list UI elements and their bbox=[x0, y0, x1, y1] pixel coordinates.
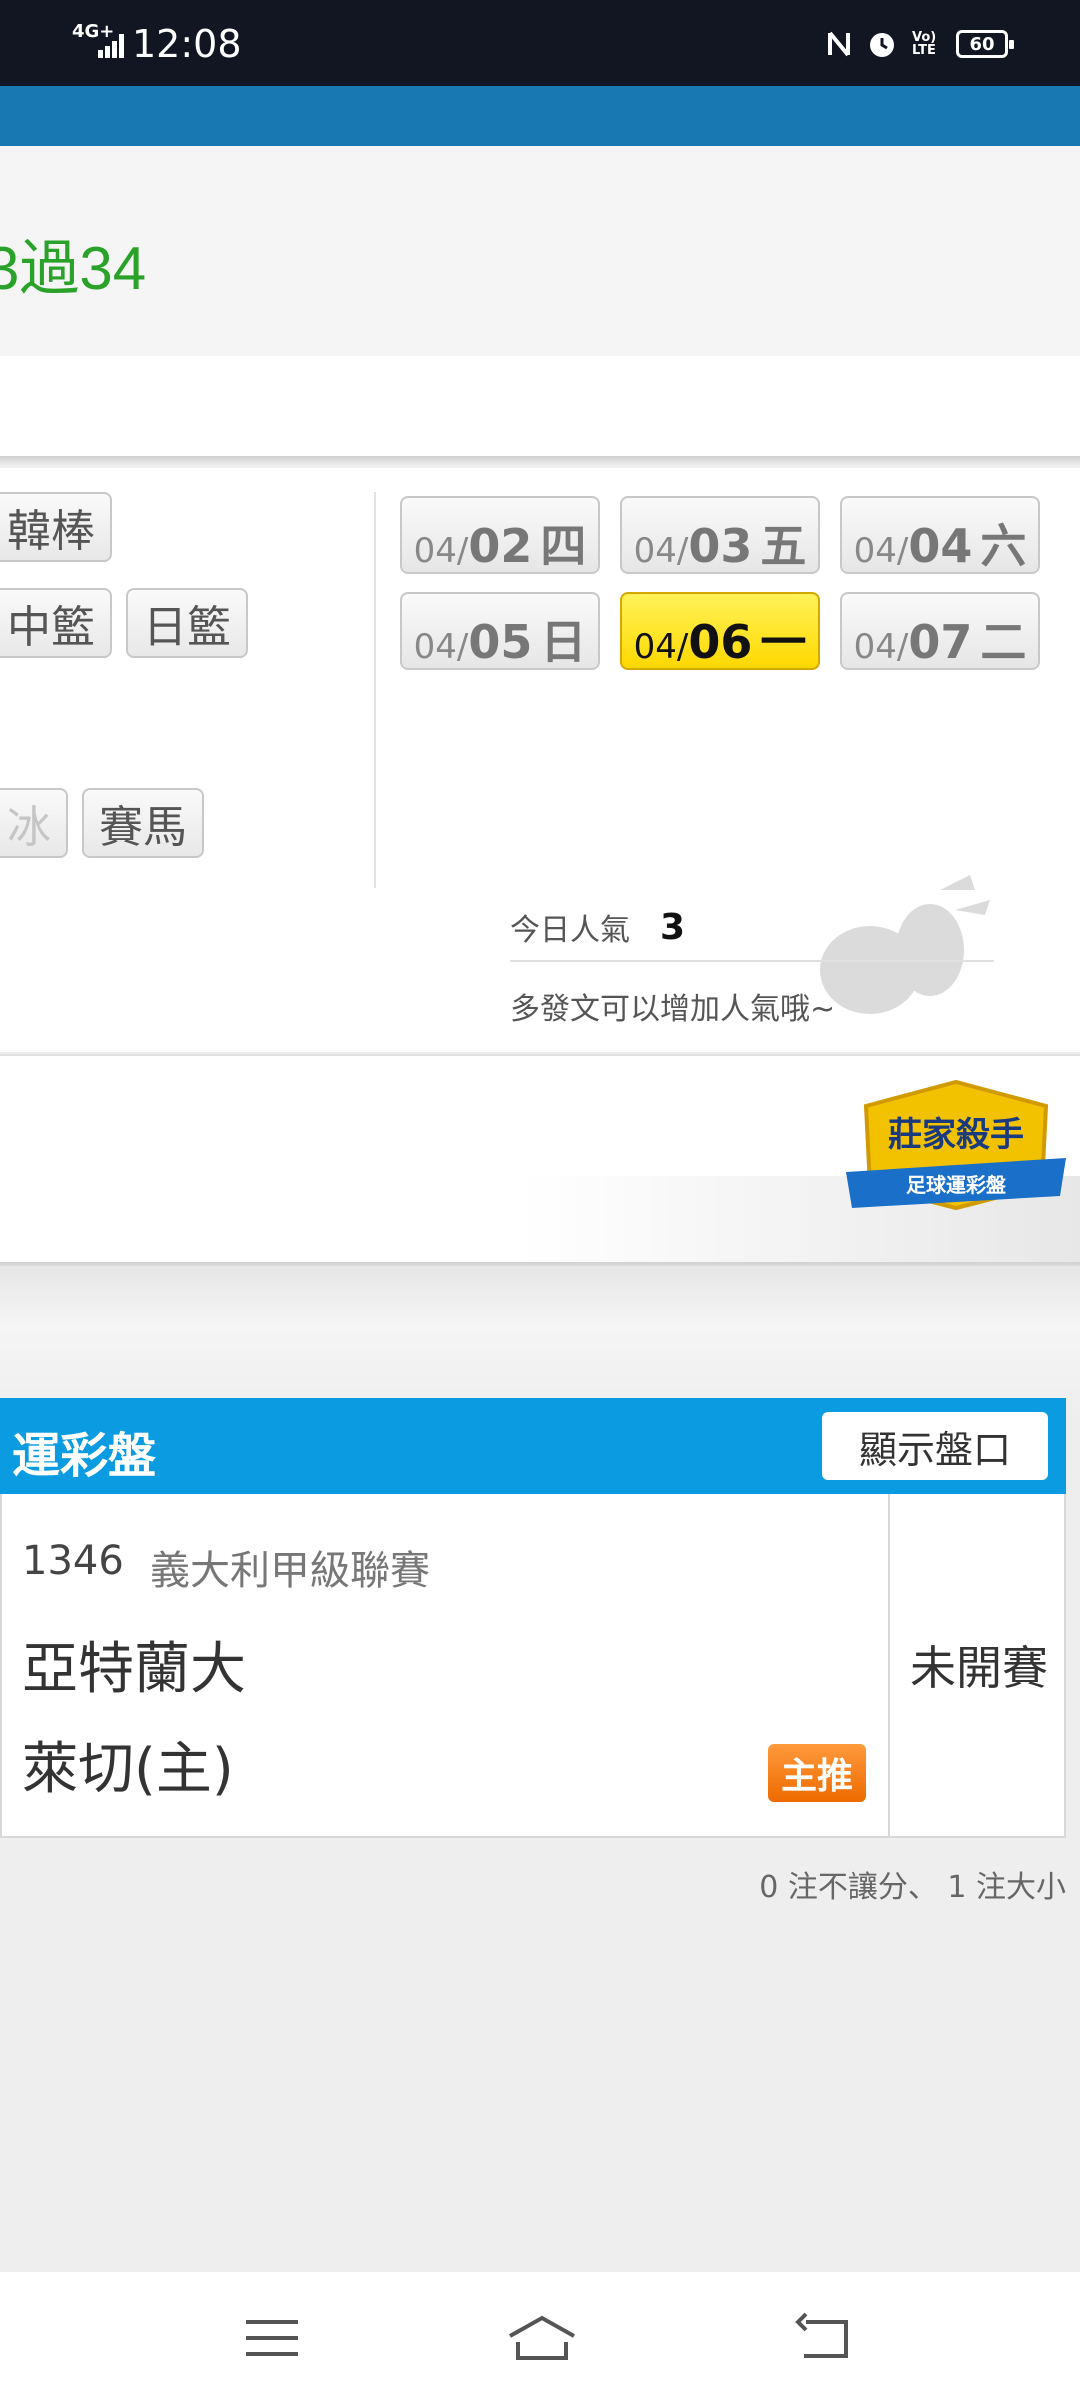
date-weekday: 四 bbox=[540, 519, 587, 573]
top-nav-strip bbox=[0, 86, 1080, 146]
team-away: 亞特蘭大 bbox=[22, 1637, 246, 1702]
team-home: 萊切(主) bbox=[22, 1737, 234, 1802]
header-background bbox=[0, 146, 1080, 356]
bet-summary: 0 注不讓分、 1 注大小 bbox=[759, 1870, 1066, 1905]
signal-icon bbox=[98, 34, 124, 58]
date-button-0402[interactable]: 04/02 四 bbox=[400, 496, 600, 574]
match-league: 義大利甲級聯賽 bbox=[150, 1548, 430, 1594]
record-title: 3過34 bbox=[0, 235, 147, 302]
date-weekday: 五 bbox=[760, 519, 807, 573]
main-pick-badge: 主推 bbox=[768, 1744, 866, 1802]
popularity-row: 今日人氣 3 bbox=[510, 894, 994, 962]
date-button-0404[interactable]: 04/04 六 bbox=[840, 496, 1040, 574]
date-day: 03 bbox=[688, 519, 753, 573]
system-nav-bar bbox=[0, 2272, 1080, 2400]
sport-filter-ice-hockey[interactable]: 冰 bbox=[0, 788, 68, 858]
section-title: 運彩盤 bbox=[12, 1428, 157, 1484]
date-month: 04/ bbox=[413, 627, 469, 667]
date-weekday: 二 bbox=[980, 615, 1027, 669]
sport-filter-japanese-basketball[interactable]: 日籃 bbox=[126, 588, 248, 658]
alarm-icon bbox=[870, 33, 894, 57]
sport-filter-label: 韓棒 bbox=[7, 506, 95, 557]
section-header: 運彩盤 顯示盤口 bbox=[0, 1398, 1066, 1494]
nfc-icon bbox=[828, 31, 850, 57]
status-bar: 4G+ 12:08 Vo) LTE 60 bbox=[0, 0, 1080, 86]
date-month: 04/ bbox=[413, 531, 469, 571]
date-weekday: 一 bbox=[760, 615, 807, 669]
filter-divider bbox=[374, 492, 376, 888]
sport-filter-label: 中籃 bbox=[7, 602, 95, 653]
popularity-value: 3 bbox=[660, 906, 686, 948]
popularity-label: 今日人氣 bbox=[510, 913, 630, 948]
sport-filter-label: 日籃 bbox=[143, 602, 231, 653]
network-indicator: 4G+ bbox=[72, 23, 124, 58]
date-weekday: 六 bbox=[980, 519, 1027, 573]
date-month: 04/ bbox=[853, 531, 909, 571]
show-odds-button[interactable]: 顯示盤口 bbox=[822, 1412, 1048, 1480]
clock: 12:08 bbox=[132, 22, 242, 66]
sport-filter-chinese-basketball[interactable]: 中籃 bbox=[0, 588, 112, 658]
date-weekday: 日 bbox=[540, 615, 587, 669]
badge-subtitle: 足球運彩盤 bbox=[906, 1173, 1007, 1197]
date-day: 07 bbox=[908, 615, 973, 669]
sport-filter-horse-racing[interactable]: 賽馬 bbox=[82, 788, 204, 858]
battery-level: 60 bbox=[969, 33, 995, 55]
date-button-0403[interactable]: 04/03 五 bbox=[620, 496, 820, 574]
volte-icon: Vo) LTE bbox=[912, 30, 937, 58]
match-id: 1346 bbox=[22, 1538, 124, 1584]
popularity-box: 今日人氣 3 多發文可以增加人氣哦~ bbox=[510, 894, 994, 1028]
date-day: 05 bbox=[468, 615, 533, 669]
date-month: 04/ bbox=[633, 531, 689, 571]
header-panel: 3過34 bbox=[0, 146, 1080, 458]
sport-filter-label: 冰 bbox=[7, 802, 51, 853]
date-month: 04/ bbox=[853, 627, 909, 667]
divider bbox=[0, 456, 1080, 466]
popularity-hint: 多發文可以增加人氣哦~ bbox=[510, 992, 836, 1027]
date-button-0407[interactable]: 04/07 二 bbox=[840, 592, 1040, 670]
date-day: 06 bbox=[688, 615, 753, 669]
match-status: 未開賽 bbox=[910, 1641, 1048, 1695]
sport-filter-label: 賽馬 bbox=[99, 802, 187, 853]
match-card[interactable]: 1346 義大利甲級聯賽 亞特蘭大 萊切(主) 主推 未開賽 bbox=[0, 1494, 1066, 1838]
sport-filter-korean-baseball[interactable]: 韓棒 bbox=[0, 492, 112, 562]
home-icon[interactable] bbox=[506, 2308, 578, 2368]
date-button-0405[interactable]: 04/05 日 bbox=[400, 592, 600, 670]
date-day: 02 bbox=[468, 519, 533, 573]
back-icon[interactable] bbox=[794, 2308, 854, 2368]
status-icons: Vo) LTE 60 bbox=[826, 22, 1014, 66]
menu-icon[interactable] bbox=[242, 2308, 302, 2368]
date-day: 04 bbox=[908, 519, 973, 573]
battery-icon: 60 bbox=[956, 30, 1014, 58]
badge-title: 莊家殺手 bbox=[888, 1115, 1024, 1155]
date-button-0406-selected[interactable]: 04/06 一 bbox=[620, 592, 820, 670]
bookie-killer-badge-icon[interactable]: 莊家殺手 足球運彩盤 bbox=[846, 1076, 1066, 1216]
filter-panel: 韓棒 中籃 日籃 冰 賽馬 04/02 四 04/03 五 04/04 六 04/05… bbox=[0, 468, 1080, 1052]
promo-banner[interactable]: 莊家殺手 足球運彩盤 bbox=[0, 1054, 1080, 1266]
date-month: 04/ bbox=[633, 627, 689, 667]
